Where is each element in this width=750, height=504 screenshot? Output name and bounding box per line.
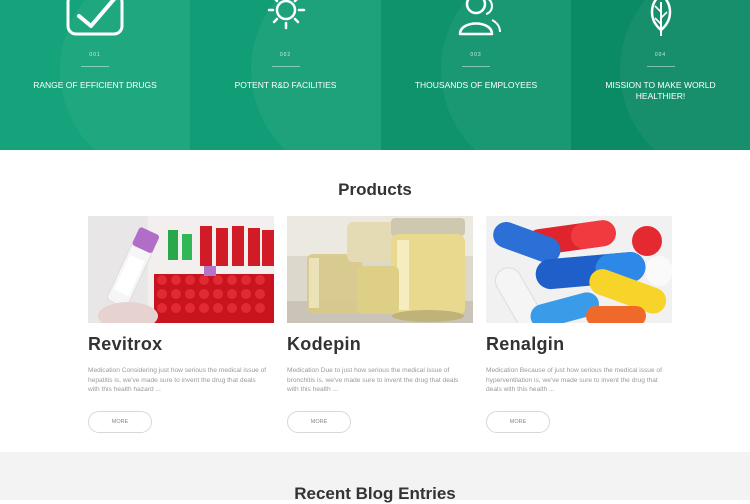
product-image-renalgin[interactable] bbox=[486, 216, 672, 323]
more-button[interactable]: MORE bbox=[486, 410, 550, 433]
feature-number: 001 bbox=[89, 52, 101, 58]
product-image-revitrox[interactable] bbox=[88, 216, 274, 323]
product-card-revitrox: Revitrox Medication Considering just how… bbox=[88, 216, 274, 433]
product-card-kodepin: Kodepin Medication Due to just how serio… bbox=[287, 216, 473, 433]
feature-rd-facilities: 002 POTENT R&D FACILITIES bbox=[190, 0, 381, 150]
feature-number: 002 bbox=[279, 52, 292, 58]
oil-vials-illustration bbox=[287, 216, 473, 323]
product-description: Medication Considering just how serious … bbox=[88, 367, 267, 393]
feature-number: 003 bbox=[470, 52, 482, 58]
feature-title: MISSION TO MAKE WORLD HEALTHIER! bbox=[605, 80, 716, 101]
more-button[interactable]: MORE bbox=[88, 410, 152, 433]
capsules-illustration bbox=[486, 216, 672, 323]
feature-efficient-drugs: 001 RANGE OF EFFICIENT DRUGS bbox=[0, 0, 190, 150]
feature-title: THOUSANDS OF EMPLOYEES bbox=[414, 80, 538, 90]
leaf-icon bbox=[650, 0, 671, 36]
feature-title: RANGE OF EFFICIENT DRUGS bbox=[33, 80, 157, 90]
blood-tubes-illustration bbox=[88, 216, 274, 323]
product-name[interactable]: Kodepin bbox=[287, 334, 473, 355]
product-description: Medication Because of just how serious t… bbox=[486, 367, 662, 393]
product-card-renalgin: Renalgin Medication Because of just how … bbox=[486, 216, 672, 433]
sun-icon bbox=[267, 0, 305, 30]
products-section: Products Revitrox Medication Considering… bbox=[0, 150, 750, 450]
feature-number: 004 bbox=[654, 52, 667, 58]
product-name[interactable]: Revitrox bbox=[88, 334, 274, 355]
blog-heading: Recent Blog Entries bbox=[294, 484, 456, 503]
feature-divider bbox=[81, 66, 109, 67]
products-heading: Products bbox=[338, 180, 412, 199]
blog-section: Recent Blog Entries bbox=[0, 452, 750, 503]
feature-employees: 003 THOUSANDS OF EMPLOYEES bbox=[381, 0, 571, 150]
checkmark-icon bbox=[66, 0, 124, 36]
feature-divider bbox=[271, 66, 300, 67]
feature-divider bbox=[462, 66, 490, 67]
users-icon bbox=[458, 0, 501, 36]
feature-divider bbox=[646, 66, 675, 67]
feature-mission: 004 MISSION TO MAKE WORLD HEALTHIER! bbox=[571, 0, 750, 150]
product-name[interactable]: Renalgin bbox=[486, 334, 672, 355]
product-description: Medication Due to just how serious the m… bbox=[287, 367, 459, 393]
more-button[interactable]: MORE bbox=[287, 410, 351, 433]
feature-title: POTENT R&D FACILITIES bbox=[234, 80, 337, 90]
product-image-kodepin[interactable] bbox=[287, 216, 473, 323]
features-band: 001 RANGE OF EFFICIENT DRUGS 002 POTENT … bbox=[0, 0, 750, 150]
